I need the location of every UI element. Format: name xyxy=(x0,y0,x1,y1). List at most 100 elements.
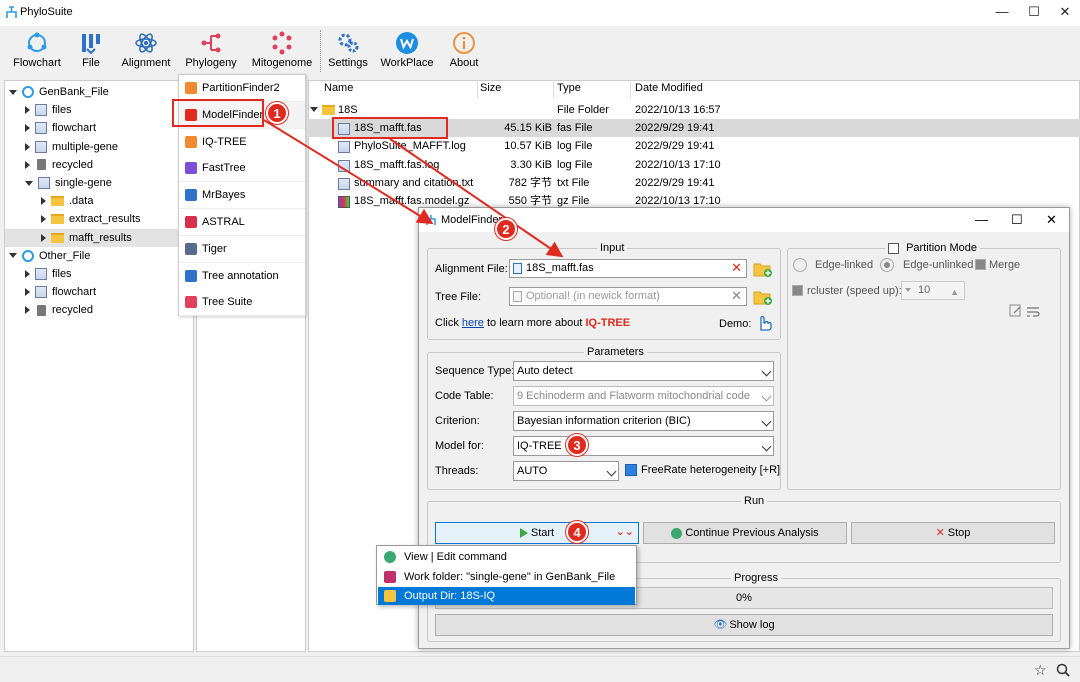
collapse-icon[interactable] xyxy=(25,180,33,186)
phylogeny-menu-item[interactable]: PartitionFinder2 xyxy=(179,75,305,102)
alignment-file-input[interactable]: 18S_mafft.fas ✕ xyxy=(509,259,747,278)
expand-icon[interactable] xyxy=(25,142,30,151)
threads-select[interactable]: AUTO xyxy=(513,461,619,481)
hand-pointer-icon[interactable] xyxy=(755,312,773,332)
model-for-select[interactable]: IQ-TREE xyxy=(513,436,774,456)
spin-up-icon[interactable]: ▲ xyxy=(950,284,959,301)
phylogeny-menu-item[interactable]: Tree Suite xyxy=(179,289,305,317)
open-folder-icon[interactable] xyxy=(753,288,773,306)
search-icon[interactable] xyxy=(1056,663,1070,677)
phylogeny-menu-item[interactable]: Tiger xyxy=(179,235,305,263)
tree-item[interactable]: recycled xyxy=(5,156,193,174)
title-bar: PhyloSuite — ☐ ✕ xyxy=(0,0,1080,26)
phylogeny-menu-item[interactable]: IQ-TREE xyxy=(179,128,305,156)
tree-item[interactable]: flowchart xyxy=(5,119,193,137)
edge-unlinked-radio[interactable] xyxy=(880,258,894,272)
file-button[interactable]: File xyxy=(70,28,112,74)
expand-icon[interactable] xyxy=(25,160,30,169)
expand-icon[interactable] xyxy=(25,270,30,279)
edit-icon[interactable] xyxy=(1009,304,1023,318)
edge-linked-label: Edge-linked xyxy=(815,259,874,271)
tree-item[interactable]: .data xyxy=(5,192,193,210)
context-menu-item[interactable]: Output Dir: 18S-IQ xyxy=(378,587,635,605)
dialog-maximize-button[interactable]: ☐ xyxy=(1011,212,1023,228)
expand-icon[interactable] xyxy=(25,106,30,115)
stop-button[interactable]: ✕ Stop xyxy=(851,522,1055,544)
tree-item[interactable]: multiple-gene xyxy=(5,138,193,156)
collapse-icon[interactable] xyxy=(9,253,17,259)
collapse-icon[interactable] xyxy=(310,107,318,112)
context-menu-label: Work folder: "single-gene" in GenBank_Fi… xyxy=(404,570,616,583)
column-header-name[interactable]: Name xyxy=(324,82,353,94)
file-row[interactable]: 18S_mafft.fas.log 3.30 KiB log File 2022/10… xyxy=(308,156,1080,174)
phylogeny-button[interactable]: Phylogeny xyxy=(182,28,240,74)
tree-item-label: GenBank_File xyxy=(39,86,109,98)
dialog-close-button[interactable]: ✕ xyxy=(1046,212,1057,228)
sequence-type-select[interactable]: Auto detect xyxy=(513,361,774,381)
start-button[interactable]: Start ⌄⌄ xyxy=(435,522,639,544)
show-log-button[interactable]: 👁 Show log xyxy=(435,614,1053,636)
phylogeny-menu-item[interactable]: MrBayes xyxy=(179,182,305,210)
file-row[interactable]: summary and citation.txt 782 字节 txt File 20… xyxy=(308,174,1080,192)
workplace-button[interactable]: WorkPlace xyxy=(378,28,436,74)
tree-item-label: mafft_results xyxy=(69,231,132,244)
expand-icon[interactable] xyxy=(41,197,46,206)
settings-button[interactable]: Settings xyxy=(326,28,370,74)
phylogeny-menu-item[interactable]: Tree annotation xyxy=(179,262,305,290)
context-menu-item[interactable]: View | Edit command xyxy=(378,548,635,566)
phylogeny-menu-item[interactable]: ASTRAL xyxy=(179,209,305,236)
criterion-select[interactable]: Bayesian information criterion (BIC) xyxy=(513,411,774,431)
expand-icon[interactable] xyxy=(25,124,30,133)
file-icon xyxy=(35,268,47,281)
trash-icon xyxy=(37,159,46,171)
rcluster-checkbox[interactable] xyxy=(792,285,803,296)
about-button[interactable]: About xyxy=(444,28,484,74)
tree-item[interactable]: GenBank_File xyxy=(5,83,193,101)
column-header-size[interactable]: Size xyxy=(480,82,501,94)
tree-item[interactable]: extract_results xyxy=(5,210,193,228)
clear-tree-icon[interactable]: ✕ xyxy=(731,288,742,304)
tree-item[interactable]: mafft_results xyxy=(5,228,193,247)
dialog-minimize-button[interactable]: — xyxy=(975,212,988,227)
edge-linked-radio[interactable] xyxy=(793,258,807,272)
model-for-label: Model for: xyxy=(435,440,484,452)
tree-item[interactable]: single-gene xyxy=(5,174,193,192)
here-link[interactable]: here xyxy=(462,317,484,329)
file-row[interactable]: PhyloSuite_MAFFT.log 10.57 KiB log File 202… xyxy=(308,137,1080,155)
tree-item[interactable]: recycled xyxy=(5,301,193,319)
continue-analysis-button[interactable]: Continue Previous Analysis xyxy=(643,522,847,544)
expand-icon[interactable] xyxy=(25,306,30,315)
minimize-button[interactable]: — xyxy=(992,4,1012,19)
maximize-button[interactable]: ☐ xyxy=(1024,4,1044,20)
tree-item[interactable]: flowchart xyxy=(5,283,193,301)
column-header-date[interactable]: Date Modified xyxy=(635,82,703,94)
code-table-select[interactable]: 9 Echinoderm and Flatworm mitochondrial … xyxy=(513,386,774,406)
tree-item[interactable]: files xyxy=(5,265,193,283)
phylogeny-menu-item[interactable]: FastTree xyxy=(179,155,305,183)
merge-label: Merge xyxy=(989,259,1021,271)
tree-file-input[interactable]: Optional! (in newick format) ✕ xyxy=(509,287,747,306)
rcluster-spinbox[interactable]: 10 ▲ xyxy=(901,281,965,300)
tree-item[interactable]: Other_File xyxy=(5,247,193,265)
context-menu-item[interactable]: Work folder: "single-gene" in GenBank_Fi… xyxy=(378,568,635,586)
star-icon[interactable]: ☆ xyxy=(1034,662,1047,679)
partition-mode-checkbox[interactable] xyxy=(888,242,899,254)
mitogenome-button[interactable]: Mitogenome xyxy=(248,28,316,74)
chevron-down-icon[interactable]: ⌄⌄ xyxy=(616,522,634,542)
expand-icon[interactable] xyxy=(25,288,30,297)
open-folder-icon[interactable] xyxy=(753,260,773,278)
merge-checkbox[interactable] xyxy=(975,259,986,270)
close-button[interactable]: ✕ xyxy=(1055,4,1075,20)
wrap-icon[interactable] xyxy=(1026,305,1040,319)
alignment-button[interactable]: Alignment xyxy=(118,28,174,74)
expand-icon[interactable] xyxy=(41,233,46,242)
rcluster-label: rcluster (speed up): xyxy=(807,285,902,297)
collapse-icon[interactable] xyxy=(9,89,17,95)
freerate-checkbox[interactable] xyxy=(625,464,637,476)
clear-alignment-icon[interactable]: ✕ xyxy=(731,260,742,276)
spin-down-icon[interactable] xyxy=(905,288,911,292)
tree-item[interactable]: files xyxy=(5,101,193,119)
flowchart-button[interactable]: Flowchart xyxy=(10,28,64,74)
column-header-type[interactable]: Type xyxy=(557,82,581,94)
expand-icon[interactable] xyxy=(41,215,46,224)
